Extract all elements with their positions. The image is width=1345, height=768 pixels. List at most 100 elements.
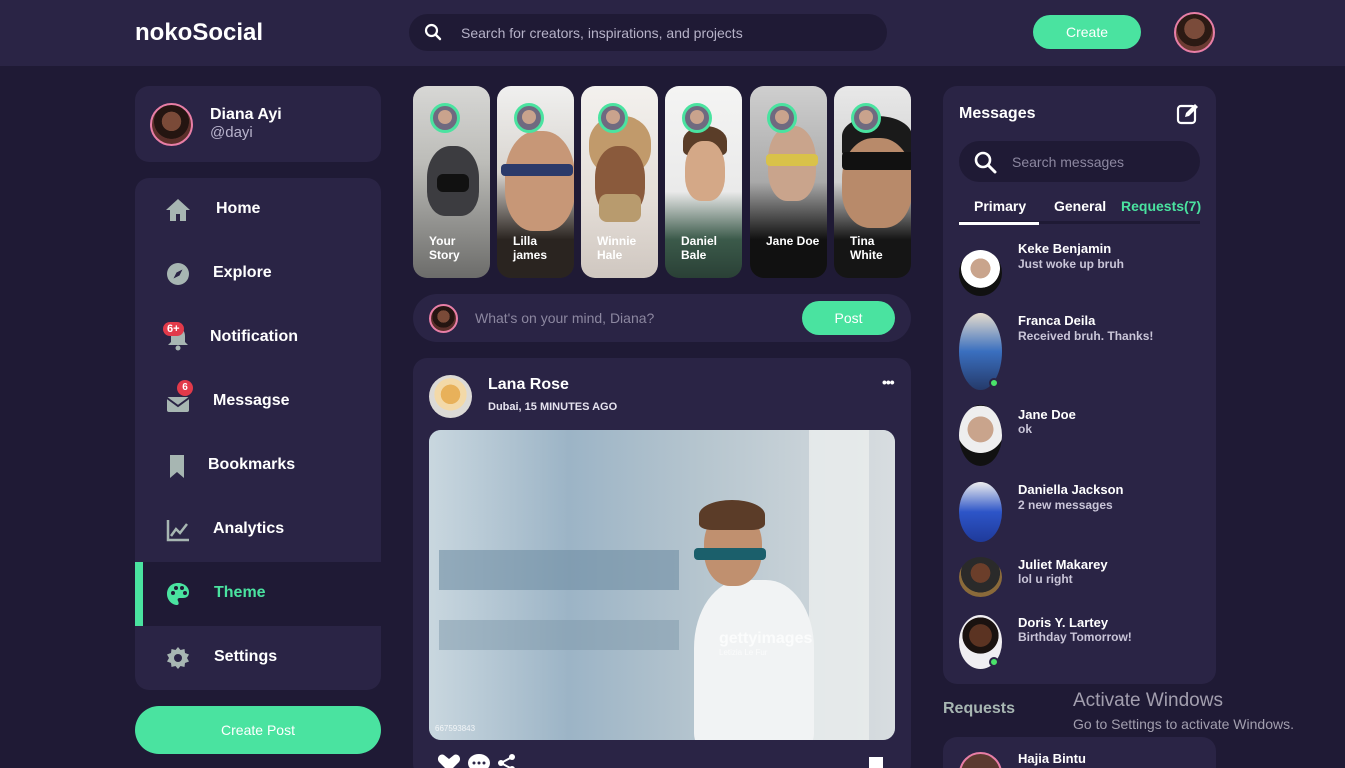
- messages-badge: 6: [177, 380, 193, 396]
- notification-badge: 6+: [163, 322, 184, 336]
- message-sender: Daniella Jackson: [1018, 482, 1124, 497]
- sidebar-item-label: Home: [216, 200, 261, 217]
- message-avatar: [959, 482, 1002, 542]
- requests-title: Requests: [943, 700, 1016, 717]
- story-card[interactable]: Lilla james: [497, 86, 574, 278]
- global-search-input[interactable]: [461, 14, 871, 51]
- heart-icon[interactable]: [437, 753, 461, 768]
- story-avatar: [682, 103, 712, 133]
- palette-icon: [165, 581, 191, 607]
- story-card[interactable]: Winnie Hale: [581, 86, 658, 278]
- top-navbar: nokoSocial Create: [0, 0, 1345, 66]
- tab-general[interactable]: General: [1054, 198, 1106, 214]
- request-name: Hajia Bintu: [1018, 751, 1086, 766]
- message-preview: Just woke up bruh: [1018, 257, 1125, 271]
- message-preview: Received bruh. Thanks!: [1018, 329, 1154, 343]
- online-indicator: [989, 378, 999, 388]
- story-name: Tina White: [850, 234, 883, 262]
- gear-icon: [165, 645, 191, 671]
- getty-watermark: gettyimages: [719, 630, 813, 647]
- create-post-button[interactable]: Create Post: [135, 706, 381, 754]
- bookmark-icon[interactable]: [867, 755, 885, 768]
- post-author-name[interactable]: Lana Rose: [488, 376, 569, 394]
- message-preview: lol u right: [1018, 572, 1073, 586]
- active-indicator: [135, 562, 143, 626]
- compass-icon: [165, 261, 191, 287]
- feed-post: Lana Rose Dubai, 15 MINUTES AGO ••• gett…: [413, 358, 911, 768]
- message-sender: Juliet Makarey: [1018, 557, 1108, 572]
- bookmark-icon: [165, 453, 191, 479]
- messages-search[interactable]: [959, 141, 1200, 182]
- watermark-subtitle: Go to Settings to activate Windows.: [1073, 716, 1294, 732]
- sidebar-item-label: Explore: [213, 264, 272, 281]
- messages-title: Messages: [959, 105, 1036, 122]
- story-name: Lilla james: [513, 234, 548, 262]
- story-avatar: [767, 103, 797, 133]
- sidebar-item-label: Analytics: [213, 520, 285, 537]
- story-name: Winnie Hale: [597, 234, 637, 262]
- story-avatar: [430, 103, 460, 133]
- story-card[interactable]: Jane Doe: [750, 86, 827, 278]
- messages-search-input[interactable]: [1012, 141, 1192, 182]
- story-card[interactable]: Daniel Bale: [665, 86, 742, 278]
- message-preview: Birthday Tomorrow!: [1018, 630, 1132, 644]
- image-credit: Letizia Le Fur: [719, 648, 768, 657]
- profile-avatar: [150, 103, 193, 146]
- tab-requests[interactable]: Requests(7): [1121, 198, 1201, 214]
- message-avatar: [959, 405, 1002, 466]
- profile-card[interactable]: Diana Ayi @dayi: [135, 86, 381, 162]
- sidebar-item-home[interactable]: Home: [135, 178, 381, 242]
- message-avatar: [959, 557, 1002, 597]
- post-meta: Dubai, 15 MINUTES AGO: [488, 401, 618, 413]
- comment-icon[interactable]: [467, 753, 491, 768]
- message-preview: 2 new messages: [1018, 498, 1113, 512]
- home-icon: [165, 197, 191, 223]
- share-icon[interactable]: [497, 753, 517, 768]
- sidebar-item-analytics[interactable]: Analytics: [135, 498, 381, 562]
- message-sender: Jane Doe: [1018, 407, 1076, 422]
- sidebar-item-label: Bookmarks: [208, 456, 296, 473]
- post-button[interactable]: Post: [802, 301, 895, 335]
- message-avatar: [959, 250, 1002, 296]
- online-indicator: [989, 657, 999, 667]
- post-image[interactable]: gettyimages Letizia Le Fur 667593843: [429, 430, 895, 740]
- post-composer: Post: [413, 294, 911, 342]
- sidebar-item-messages[interactable]: 6 Messagse: [135, 370, 381, 434]
- sidebar-menu: Home Explore 6+ Notification 6 Messagse …: [135, 178, 381, 690]
- message-preview: ok: [1018, 422, 1033, 436]
- global-search[interactable]: [409, 14, 887, 51]
- sidebar-item-theme[interactable]: Theme: [135, 562, 381, 626]
- composer-avatar: [429, 304, 458, 333]
- sidebar-item-bookmarks[interactable]: Bookmarks: [135, 434, 381, 498]
- sidebar-item-label: Messagse: [213, 392, 290, 409]
- app-logo[interactable]: nokoSocial: [135, 19, 263, 47]
- chart-line-icon: [165, 517, 191, 543]
- story-name: Jane Doe: [766, 234, 820, 248]
- request-card[interactable]: Hajia Bintu: [943, 737, 1216, 768]
- story-avatar: [598, 103, 628, 133]
- user-avatar[interactable]: [1174, 12, 1215, 53]
- request-avatar: [959, 752, 1002, 768]
- profile-name: Diana Ayi: [210, 106, 282, 123]
- sidebar-item-label: Notification: [210, 328, 298, 345]
- story-name: Daniel Bale: [681, 234, 718, 262]
- story-avatar: [514, 103, 544, 133]
- watermark-title: Activate Windows: [1073, 690, 1223, 711]
- sidebar-item-settings[interactable]: Settings: [135, 626, 381, 690]
- create-button[interactable]: Create: [1033, 15, 1141, 49]
- post-author-avatar[interactable]: [429, 375, 472, 418]
- message-sender: Doris Y. Lartey: [1018, 615, 1109, 630]
- image-id: 667593843: [435, 724, 476, 733]
- story-name: Your Story: [429, 234, 460, 262]
- sidebar-item-notification[interactable]: 6+ Notification: [135, 306, 381, 370]
- post-more-button[interactable]: •••: [882, 374, 895, 390]
- story-card[interactable]: Your Story: [413, 86, 490, 278]
- sidebar-item-explore[interactable]: Explore: [135, 242, 381, 306]
- messages-tabs: Primary General Requests(7): [958, 190, 1201, 225]
- story-card[interactable]: Tina White: [834, 86, 911, 278]
- sidebar-item-label: Settings: [214, 648, 278, 665]
- composer-input[interactable]: [475, 304, 775, 332]
- edit-icon[interactable]: [1176, 102, 1200, 131]
- tab-primary[interactable]: Primary: [958, 198, 1040, 225]
- messages-panel: Messages Primary General Requests(7) Kek…: [943, 86, 1216, 684]
